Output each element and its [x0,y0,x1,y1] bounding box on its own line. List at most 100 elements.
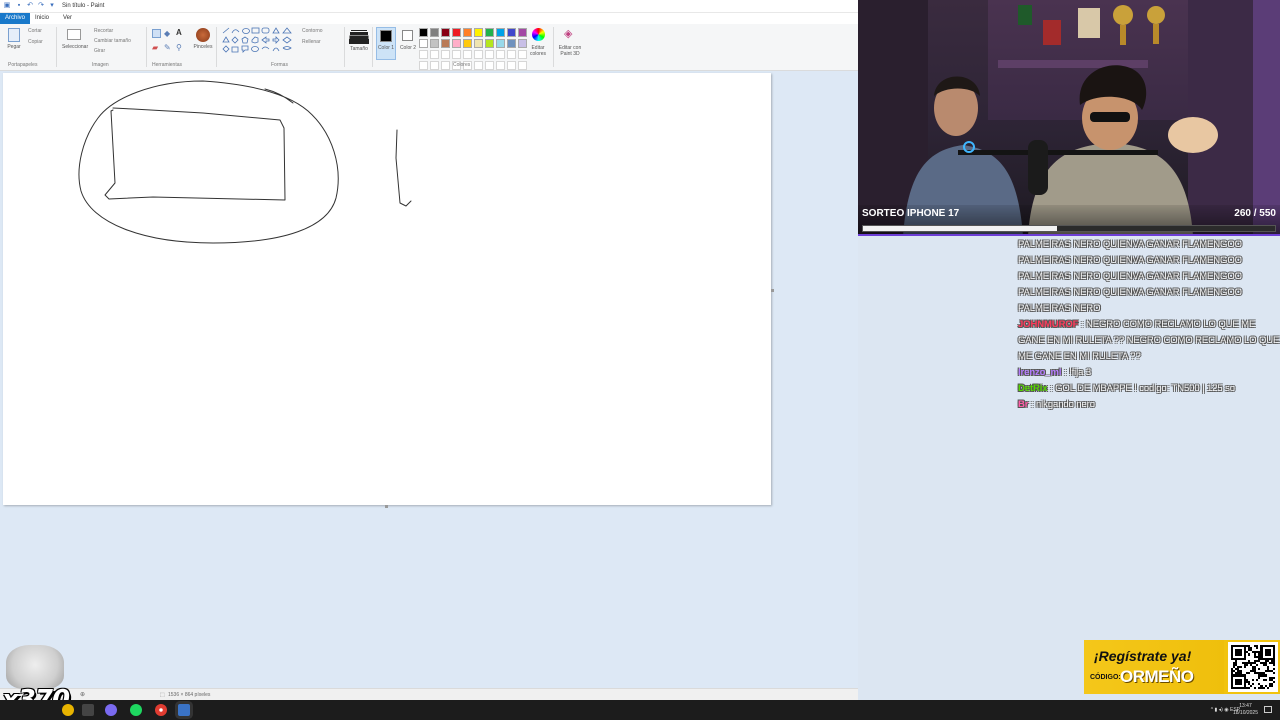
file-explorer-icon[interactable] [62,704,74,716]
quick-access-dropdown-icon[interactable]: ▾ [48,2,56,10]
drawing-canvas[interactable] [3,73,771,505]
volume-icon[interactable]: ◂) [1219,707,1223,713]
chat-message: PALMEIRAS NERO QUIENVA GANAR FLAMENGOO [1018,253,1280,269]
edit-colors-button[interactable]: Editar colores [526,45,550,57]
spotify-icon[interactable] [130,704,142,716]
tab-archivo[interactable]: Archivo [0,13,31,24]
outline-button[interactable]: Contorno [302,28,323,34]
fill-icon[interactable]: ◆ [164,29,170,38]
network-icon[interactable]: ◉ [1224,707,1228,713]
giveaway-progress-fill [863,226,1057,231]
palette-empty-swatch[interactable] [430,50,439,59]
chat-message: PALMEIRAS NERO QUIENVA GANAR FLAMENGOO [1018,237,1280,253]
paste-button[interactable]: Pegar [2,44,26,50]
edit-colors-icon[interactable] [532,28,545,41]
palette-swatch[interactable] [463,28,472,37]
palette-swatch[interactable] [507,28,516,37]
palette-empty-swatch[interactable] [441,50,450,59]
palette-empty-swatch[interactable] [496,61,505,70]
clock[interactable]: 13:47 18/10/2025 [1233,703,1258,717]
chat-username: lrenzo_ml [1018,367,1062,378]
color2-swatch[interactable] [402,30,413,41]
color-picker-icon[interactable]: ✎ [164,43,171,52]
canvas-resize-handle[interactable] [385,505,388,508]
resize-button[interactable]: Cambiar tamaño [94,38,131,44]
obs-icon[interactable] [155,704,167,716]
tab-inicio[interactable]: Inicio [30,13,54,24]
palette-swatch[interactable] [463,39,472,48]
redo-icon[interactable]: ↷ [37,2,45,10]
brush-icon[interactable] [196,28,210,42]
palette-swatch[interactable] [441,28,450,37]
chat-username: Br [1018,399,1029,410]
palette-swatch[interactable] [485,28,494,37]
shapes-group-label: Formas [271,62,288,68]
paste-icon[interactable] [8,28,20,42]
palette-swatch[interactable] [496,28,505,37]
giveaway-count: 260 / 550 [1234,208,1276,219]
paint3d-icon[interactable]: ◈ [564,27,572,40]
notification-icon[interactable] [1264,706,1272,713]
select-icon[interactable] [67,29,81,40]
cut-button[interactable]: Cortar [28,28,42,34]
palette-empty-swatch[interactable] [441,61,450,70]
palette-swatch[interactable] [430,39,439,48]
palette-swatch[interactable] [496,39,505,48]
palette-empty-swatch[interactable] [430,61,439,70]
qr-module [1258,676,1261,679]
magnifier-icon[interactable]: ⚲ [176,43,182,52]
save-icon[interactable]: ▪ [15,2,23,10]
browser-icon[interactable] [105,704,117,716]
palette-empty-swatch[interactable] [463,50,472,59]
palette-empty-swatch[interactable] [507,61,516,70]
palette-swatch[interactable] [452,39,461,48]
paint-taskbar-icon[interactable] [178,704,190,716]
palette-empty-swatch[interactable] [474,50,483,59]
giveaway-label: SORTEO IPHONE 17 [862,208,960,219]
palette-swatch[interactable] [485,39,494,48]
qr-module [1270,684,1274,688]
palette-empty-swatch[interactable] [474,61,483,70]
battery-icon[interactable]: ▮ [1214,707,1217,713]
palette-empty-swatch[interactable] [496,50,505,59]
color1-swatch[interactable] [380,30,392,42]
crop-button[interactable]: Recortar [94,28,113,34]
line-size-icon[interactable] [351,30,367,31]
cat-counter-overlay: x370 [0,641,70,715]
palette-swatch[interactable] [430,28,439,37]
chevron-up-icon[interactable]: ^ [1211,707,1213,713]
copy-button[interactable]: Copiar [28,39,43,45]
pencil-icon[interactable] [152,29,161,38]
rotate-button[interactable]: Girar [94,48,105,54]
giveaway-progress-bar [862,225,1276,232]
tab-ver[interactable]: Ver [58,13,77,24]
palette-swatch[interactable] [441,39,450,48]
palette-empty-swatch[interactable] [507,50,516,59]
task-view-icon[interactable] [82,704,94,716]
select-button[interactable]: Seleccionar [62,44,88,50]
brushes-button[interactable]: Pinceles [191,44,215,50]
palette-swatch[interactable] [507,39,516,48]
paint3d-button[interactable]: Editar con Paint 3D [557,45,583,57]
palette-swatch[interactable] [452,28,461,37]
palette-empty-swatch[interactable] [485,61,494,70]
palette-swatch[interactable] [474,28,483,37]
eraser-icon[interactable]: ▰ [152,43,158,52]
size-button[interactable]: Tamaño [347,46,371,52]
palette-empty-swatch[interactable] [485,50,494,59]
palette-swatch[interactable] [419,39,428,48]
chat-text: : nikgando nero [1030,399,1095,410]
palette-empty-swatch[interactable] [452,50,461,59]
canvas-resize-handle[interactable] [771,289,774,292]
palette-empty-swatch[interactable] [419,50,428,59]
palette-empty-swatch[interactable] [419,61,428,70]
text-icon[interactable]: A [176,28,182,37]
palette-swatch[interactable] [474,39,483,48]
qr-module [1256,663,1259,667]
palette-swatch[interactable] [518,28,527,37]
undo-icon[interactable]: ↶ [26,2,34,10]
shapes-gallery[interactable] [221,27,297,55]
palette-empty-swatch[interactable] [518,61,527,70]
palette-swatch[interactable] [419,28,428,37]
fill-button[interactable]: Rellenar [302,39,321,45]
